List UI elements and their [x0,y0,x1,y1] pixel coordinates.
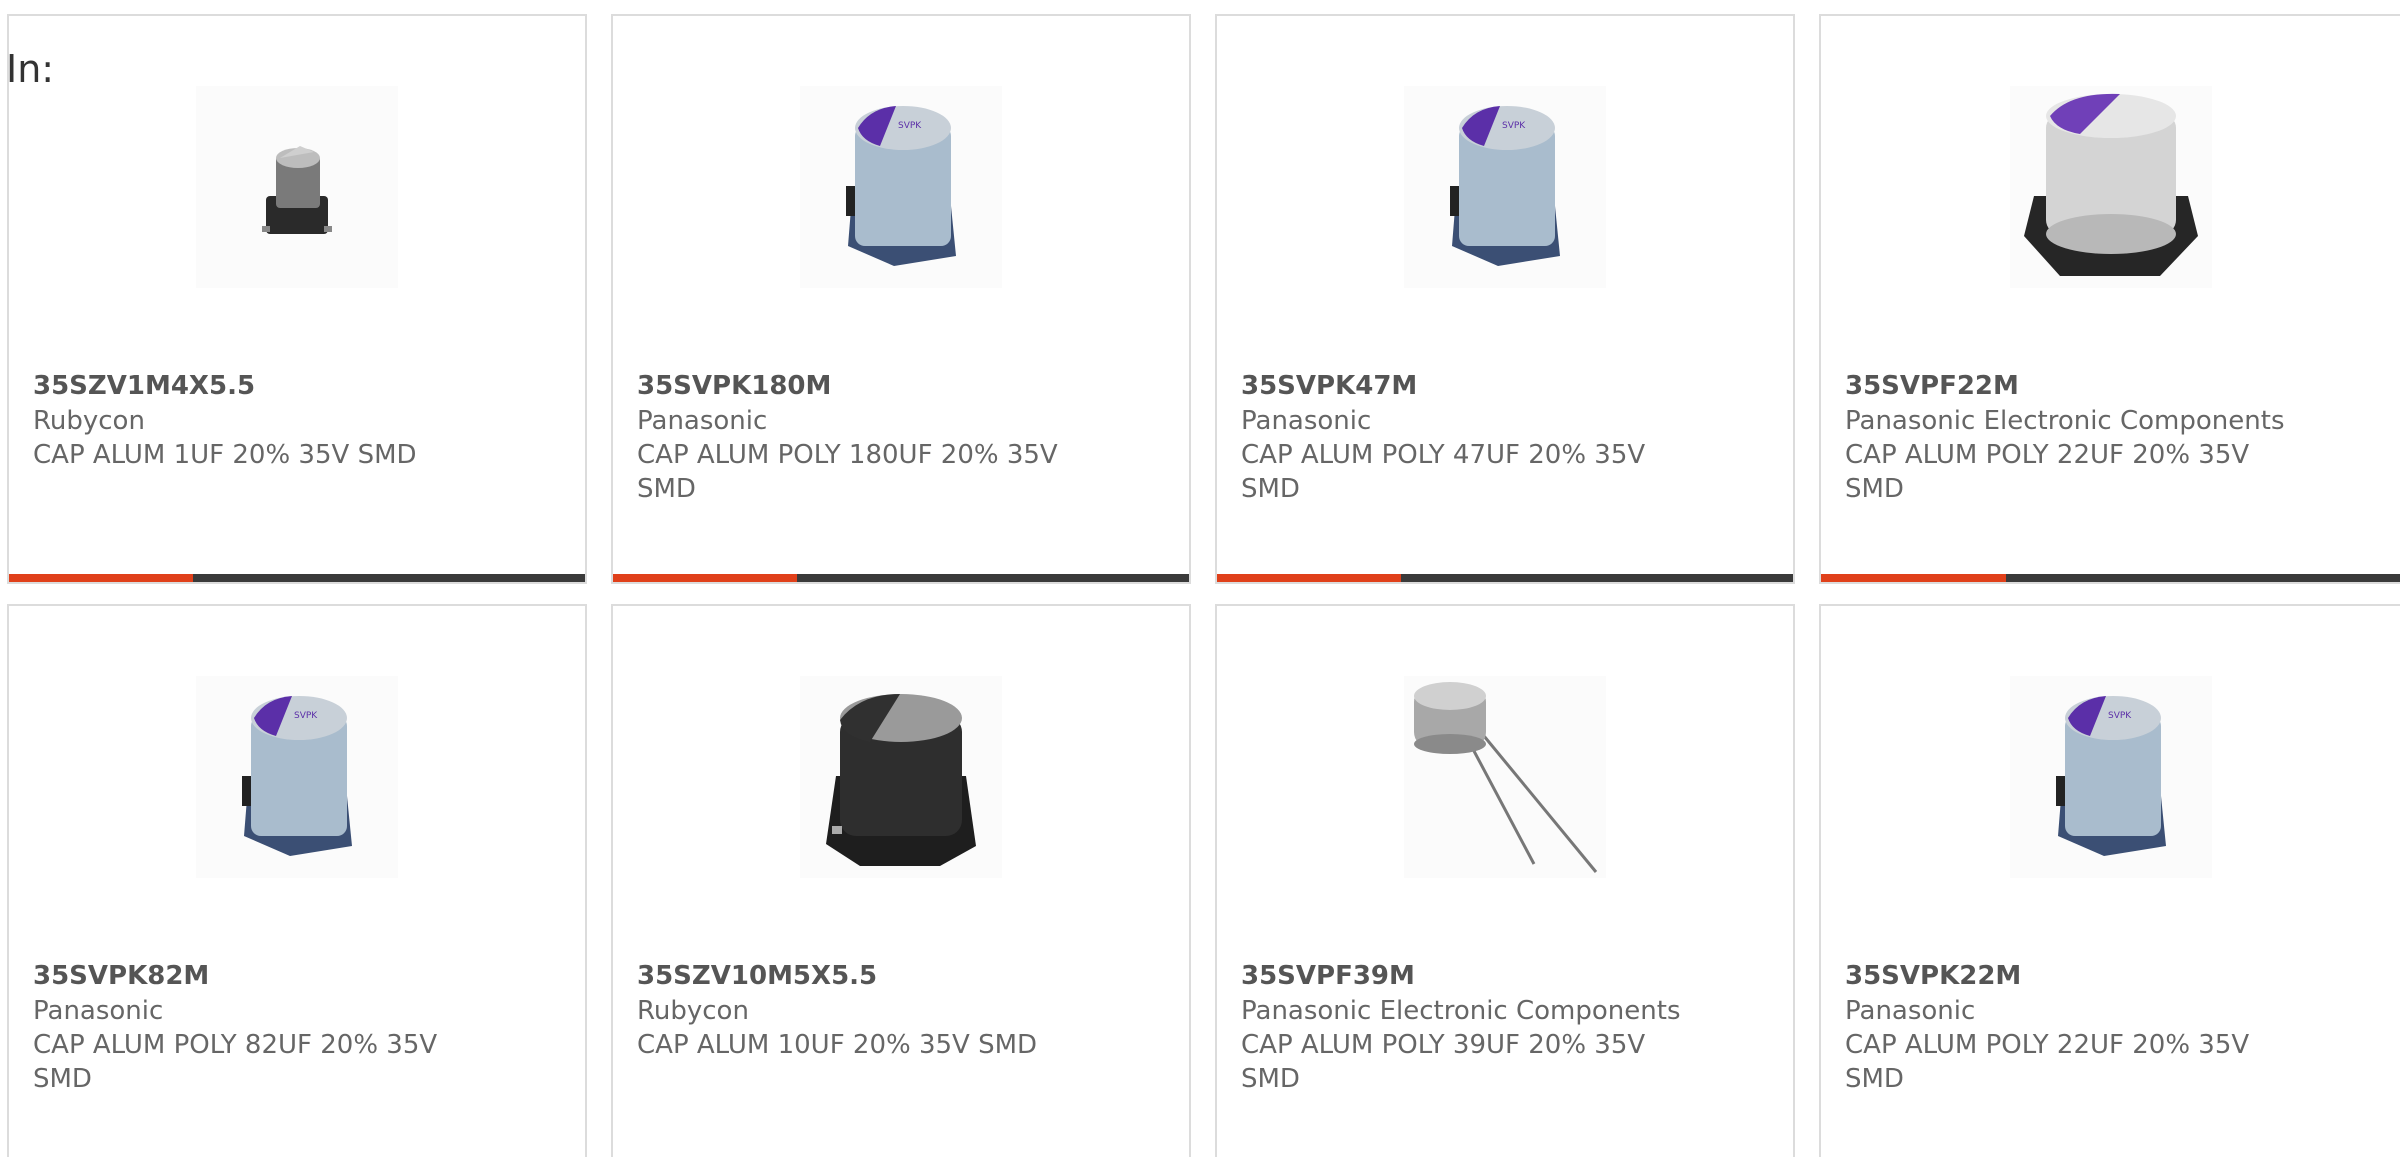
smd-capacitor-small-icon [196,86,398,288]
radial-capacitor-icon [1404,676,1606,878]
polymer-capacitor-silver-icon [2009,86,2212,288]
product-card[interactable]: 35SZV1M4X5.5 Rubycon CAP ALUM 1UF 20% 35… [7,14,587,584]
description: CAP ALUM POLY 180UF 20% 35V SMD [637,440,1058,504]
product-grid-page: In: 35SZV1M4X5.5 Rubycon CAP ALUM 1UF 20… [0,0,2400,1157]
part-number[interactable]: 35SVPK180M [637,368,1077,404]
progress-fill [1217,574,1402,582]
description: CAP ALUM POLY 82UF 20% 35V SMD [33,1030,438,1094]
polymer-capacitor-purple-icon: SVPK [800,86,1002,288]
manufacturer: Panasonic [637,406,768,436]
part-number[interactable]: 35SVPK22M [1845,958,2285,994]
part-number[interactable]: 35SVPK47M [1241,368,1681,404]
description: CAP ALUM POLY 22UF 20% 35V SMD [1845,1030,2250,1094]
progress-bar [1821,574,2400,582]
description: CAP ALUM 10UF 20% 35V SMD [637,1030,1038,1060]
svg-text:SVPK: SVPK [1502,121,1526,131]
svg-text:SVPK: SVPK [2108,711,2132,721]
manufacturer: Panasonic Electronic Components [1845,406,2285,436]
in-label: In: [6,47,55,91]
manufacturer: Rubycon [33,406,145,436]
svg-text:SVPK: SVPK [898,121,922,131]
progress-bar [613,574,1189,582]
product-card[interactable]: 35SVPF39M Panasonic Electronic Component… [1215,604,1795,1157]
product-card[interactable]: SVPK 35SVPK22M Panasonic CAP ALUM POLY 2… [1819,604,2400,1157]
product-card[interactable]: 35SZV10M5X5.5 Rubycon CAP ALUM 10UF 20% … [611,604,1191,1157]
polymer-capacitor-purple-icon: SVPK [2009,676,2212,878]
product-card[interactable]: SVPK 35SVPK180M Panasonic CAP ALUM POLY … [611,14,1191,584]
part-number[interactable]: 35SVPK82M [33,958,473,994]
part-number[interactable]: 35SVPF22M [1845,368,2285,404]
progress-bar [9,574,585,582]
progress-fill [9,574,194,582]
description: CAP ALUM POLY 47UF 20% 35V SMD [1241,440,1646,504]
manufacturer: Panasonic [1241,406,1372,436]
manufacturer: Rubycon [637,996,749,1026]
smd-capacitor-black-icon [800,676,1002,878]
progress-fill [1821,574,2007,582]
product-card[interactable]: 35SVPF22M Panasonic Electronic Component… [1819,14,2400,584]
manufacturer: Panasonic [1845,996,1976,1026]
description: CAP ALUM POLY 39UF 20% 35V SMD [1241,1030,1646,1094]
polymer-capacitor-purple-icon: SVPK [1404,86,1606,288]
manufacturer: Panasonic Electronic Components [1241,996,1681,1026]
part-number[interactable]: 35SZV10M5X5.5 [637,958,1077,994]
manufacturer: Panasonic [33,996,164,1026]
product-card[interactable]: SVPK 35SVPK47M Panasonic CAP ALUM POLY 4… [1215,14,1795,584]
svg-text:SVPK: SVPK [294,711,318,721]
polymer-capacitor-purple-icon: SVPK [196,676,398,878]
part-number[interactable]: 35SZV1M4X5.5 [33,368,473,404]
description: CAP ALUM POLY 22UF 20% 35V SMD [1845,440,2250,504]
progress-bar [1217,574,1793,582]
description: CAP ALUM 1UF 20% 35V SMD [33,440,417,470]
part-number[interactable]: 35SVPF39M [1241,958,1681,994]
product-card[interactable]: SVPK 35SVPK82M Panasonic CAP ALUM POLY 8… [7,604,587,1157]
progress-fill [613,574,798,582]
